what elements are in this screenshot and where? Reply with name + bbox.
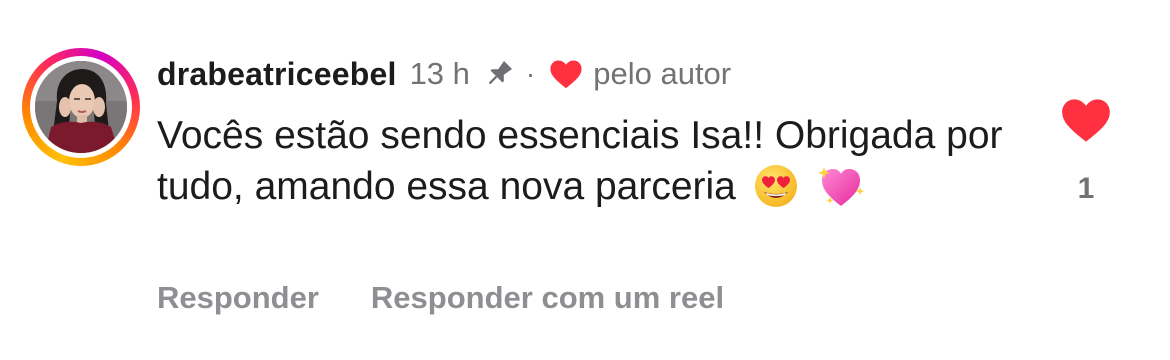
pin-icon: [482, 57, 516, 91]
sparkling-heart-emoji: [816, 163, 866, 222]
heart-icon: [549, 59, 583, 89]
comment-text: Vocês estão sendo essenciais Isa!! Obrig…: [157, 114, 1003, 208]
avatar-ring-gap: [30, 56, 132, 158]
reply-button[interactable]: Responder: [157, 280, 319, 316]
story-ring[interactable]: [22, 48, 140, 166]
heart-icon: [1062, 99, 1110, 142]
username[interactable]: drabeatriceebel: [157, 56, 397, 93]
timestamp: 13 h: [409, 56, 470, 91]
reply-with-reel-button[interactable]: Responder com um reel: [371, 280, 724, 316]
avatar-photo: [35, 61, 127, 153]
separator-dot: ·: [525, 58, 536, 89]
like-count[interactable]: 1: [1064, 172, 1108, 206]
like-button[interactable]: [1060, 96, 1112, 144]
heart-eyes-emoji: [753, 163, 799, 222]
comment-actions: Responder Responder com um reel: [157, 276, 724, 320]
comment-row: drabeatriceebel 13 h · pelo autor Vocês …: [0, 0, 1170, 360]
liked-by-author-label: pelo autor: [593, 56, 732, 91]
comment-header: drabeatriceebel 13 h · pelo autor: [157, 52, 731, 96]
comment-text-block: Vocês estão sendo essenciais Isa!! Obrig…: [157, 110, 1017, 222]
avatar[interactable]: [35, 61, 127, 153]
